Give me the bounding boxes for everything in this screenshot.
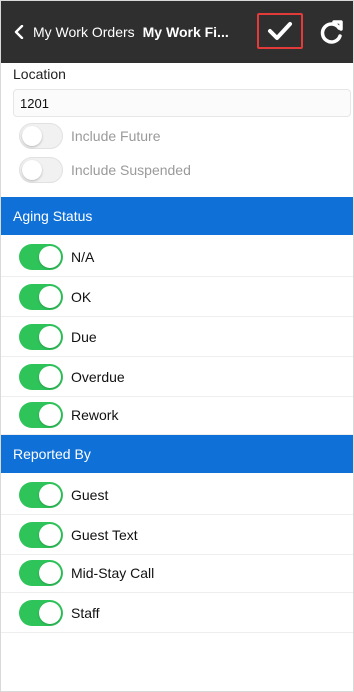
top-bar: My Work Orders My Work Fi... (1, 1, 353, 63)
reported-mid-stay-row[interactable]: Mid-Stay Call (1, 553, 353, 593)
chevron-left-icon (14, 25, 24, 39)
aging-na-label: N/A (71, 248, 95, 265)
aging-status-header: Aging Status (1, 197, 353, 235)
aging-ok-label: OK (71, 288, 92, 305)
reported-staff-label: Staff (71, 604, 100, 621)
aging-due-toggle[interactable] (19, 323, 63, 350)
include-future-row: Include Future (13, 119, 161, 153)
location-label: Location (13, 66, 66, 82)
aging-overdue-row[interactable]: Overdue (1, 357, 353, 397)
include-future-label: Include Future (71, 128, 161, 144)
include-suspended-row: Include Suspended (13, 153, 191, 187)
aging-ok-row[interactable]: OK (1, 277, 353, 317)
reported-guest-toggle[interactable] (19, 481, 63, 508)
aging-ok-toggle[interactable] (19, 283, 63, 310)
reported-by-header: Reported By (1, 435, 353, 473)
reported-guest-text-row[interactable]: Guest Text (1, 515, 353, 555)
refresh-button[interactable] (317, 17, 347, 47)
include-suspended-label: Include Suspended (71, 162, 191, 178)
reported-guest-row[interactable]: Guest (1, 475, 353, 515)
app-frame: My Work Orders My Work Fi... Location In… (0, 0, 354, 692)
aging-overdue-label: Overdue (71, 368, 125, 385)
aging-due-row[interactable]: Due (1, 317, 353, 357)
refresh-icon (320, 20, 343, 44)
reported-guest-text-label: Guest Text (71, 526, 138, 543)
checkmark-icon (268, 22, 292, 40)
aging-overdue-toggle[interactable] (19, 363, 63, 390)
back-label: My Work Orders (33, 24, 135, 40)
include-suspended-toggle[interactable] (19, 157, 63, 183)
reported-guest-text-toggle[interactable] (19, 521, 63, 548)
aging-na-toggle[interactable] (19, 243, 63, 270)
aging-rework-row[interactable]: Rework (1, 395, 353, 435)
page-title: My Work Fi... (142, 24, 229, 40)
reported-staff-toggle[interactable] (19, 599, 63, 626)
reported-guest-label: Guest (71, 486, 109, 503)
reported-mid-stay-toggle[interactable] (19, 559, 63, 586)
reported-staff-row[interactable]: Staff (1, 593, 353, 633)
back-button[interactable]: My Work Orders (1, 1, 135, 63)
reported-mid-stay-label: Mid-Stay Call (71, 564, 155, 581)
include-future-toggle[interactable] (19, 123, 63, 149)
save-button[interactable] (257, 13, 303, 49)
aging-rework-toggle[interactable] (19, 401, 63, 428)
location-input[interactable] (13, 89, 351, 117)
aging-na-row[interactable]: N/A (1, 237, 353, 277)
aging-rework-label: Rework (71, 406, 119, 423)
aging-due-label: Due (71, 328, 97, 345)
